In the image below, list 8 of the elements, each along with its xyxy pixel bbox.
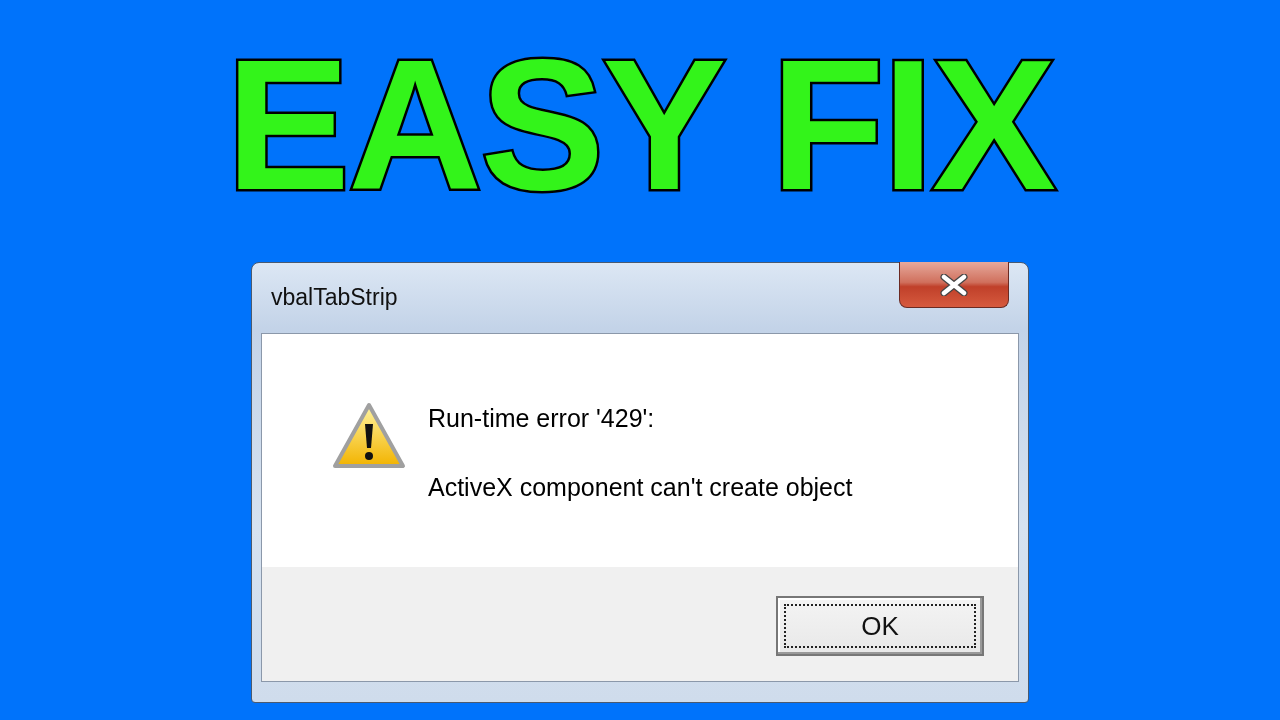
close-icon bbox=[940, 273, 968, 296]
headline: EASY FIX bbox=[225, 20, 1055, 230]
error-message: Run-time error '429': bbox=[428, 404, 656, 433]
close-button[interactable] bbox=[899, 262, 1009, 308]
window-title: vbalTabStrip bbox=[271, 284, 398, 311]
error-message: ActiveX component can't create object bbox=[428, 473, 853, 502]
warning-icon bbox=[332, 402, 406, 470]
ok-button[interactable]: OK bbox=[776, 596, 984, 656]
